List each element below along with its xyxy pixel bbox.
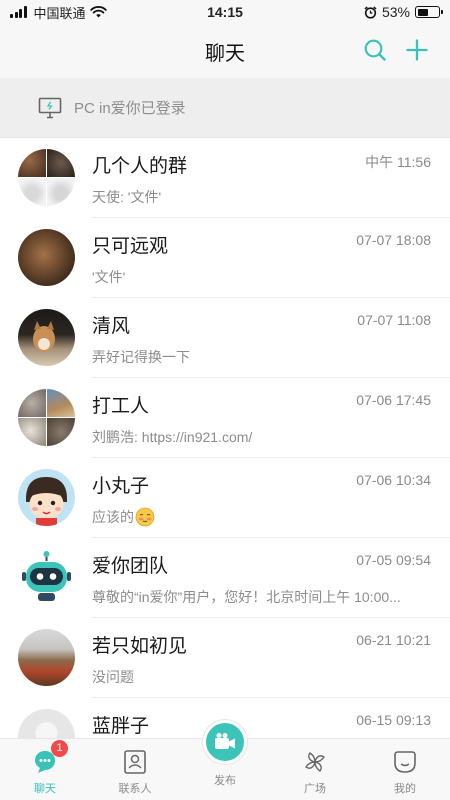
wifi-icon [89, 6, 107, 18]
chat-preview: 刘鹏浩: https://in921.com/ [92, 429, 253, 445]
signal-icon [10, 6, 27, 18]
chat-preview: 天使: '文件' [92, 189, 162, 205]
publish-circle [203, 720, 247, 764]
pinwheel-icon [305, 752, 325, 772]
group-avatar [18, 149, 75, 206]
chat-time: 07-06 17:45 [356, 392, 431, 408]
tab-mine[interactable]: 我的 [365, 739, 445, 800]
chat-time: 中午 11:56 [365, 154, 431, 170]
monitor-icon [38, 97, 62, 118]
cartoon-girl-image [26, 477, 67, 526]
chat-preview-text: 应该的 [92, 509, 134, 525]
chat-name: 爱你团队 [92, 556, 169, 577]
plus-icon[interactable] [404, 37, 430, 63]
avatar [18, 709, 75, 738]
chat-item[interactable]: 小丸子 07-06 10:34 应该的 [0, 458, 450, 538]
pc-login-banner[interactable]: PC in爱你已登录 [0, 78, 450, 138]
alarm-icon [364, 5, 377, 19]
chat-time: 06-21 10:21 [356, 632, 431, 648]
chat-time: 06-15 09:13 [356, 712, 431, 728]
chat-name: 几个人的群 [92, 156, 188, 177]
avatar [18, 549, 75, 606]
chat-preview: 应该的 [92, 507, 432, 527]
tab-mine-label: 我的 [394, 783, 416, 795]
tab-publish-label: 发布 [214, 775, 236, 787]
tab-contacts-label: 联系人 [118, 783, 152, 795]
status-bar: 中国联通 14:15 53% [0, 0, 450, 24]
dog-image [33, 321, 55, 352]
chat-name: 打工人 [92, 396, 150, 417]
chat-item[interactable]: 只可远观 07-07 18:08 '文件' [0, 218, 450, 298]
default-avatar-image [35, 722, 58, 738]
chat-time: 07-05 09:54 [356, 552, 431, 568]
chat-list: 几个人的群 中午 11:56 天使: '文件' 只可远观 07-07 18:08… [0, 138, 450, 738]
carrier-label: 中国联通 [33, 5, 86, 21]
chat-time: 07-06 10:34 [356, 472, 431, 488]
chat-item[interactable]: 爱你团队 07-05 09:54 尊敬的“in爱你”用户，您好！北京时间上午 1… [0, 538, 450, 618]
chat-preview: 尊敬的“in爱你”用户，您好！北京时间上午 10:00... [92, 589, 401, 605]
chat-preview: '文件' [92, 269, 126, 285]
battery-icon [415, 6, 443, 18]
contacts-icon [124, 750, 146, 774]
search-icon[interactable] [362, 37, 388, 63]
avatar [18, 629, 75, 686]
tab-plaza-label: 广场 [304, 783, 326, 795]
page-title: 聊天 [205, 42, 245, 65]
group-avatar [18, 389, 75, 446]
chat-time: 07-07 11:08 [357, 312, 431, 328]
chat-name: 若只如初见 [92, 636, 188, 657]
chat-name: 小丸子 [92, 476, 150, 497]
tab-chat[interactable]: 1 聊天 [5, 739, 85, 800]
avatar [18, 229, 75, 286]
chat-item[interactable]: 清风 07-07 11:08 弄好记得换一下 [0, 298, 450, 378]
tab-chat-label: 聊天 [34, 783, 56, 795]
profile-face-icon [394, 751, 416, 773]
avatar [18, 309, 75, 366]
chat-name: 只可远观 [92, 236, 169, 257]
robot-mascot-image [22, 551, 71, 601]
chat-preview: 弄好记得换一下 [92, 349, 190, 365]
chat-time: 07-07 18:08 [356, 232, 431, 248]
avatar [18, 469, 75, 526]
chat-name: 蓝胖子 [92, 716, 150, 737]
tab-contacts[interactable]: 联系人 [95, 739, 175, 800]
blush-emoji-icon [135, 507, 155, 527]
video-camera-icon [215, 733, 235, 749]
chat-preview: 没问题 [92, 669, 134, 685]
publish-button[interactable]: 发布 [185, 720, 265, 800]
pc-login-text: PC in爱你已登录 [74, 100, 186, 117]
chat-item[interactable]: 几个人的群 中午 11:56 天使: '文件' [0, 138, 450, 218]
chat-name: 清风 [92, 316, 131, 337]
nav-bar: 聊天 [0, 24, 450, 78]
battery-percent: 53% [381, 4, 410, 20]
chat-item[interactable]: 打工人 07-06 17:45 刘鹏浩: https://in921.com/ [0, 378, 450, 458]
chat-item[interactable]: 若只如初见 06-21 10:21 没问题 [0, 618, 450, 698]
tab-plaza[interactable]: 广场 [275, 739, 355, 800]
unread-badge: 1 [51, 740, 68, 757]
